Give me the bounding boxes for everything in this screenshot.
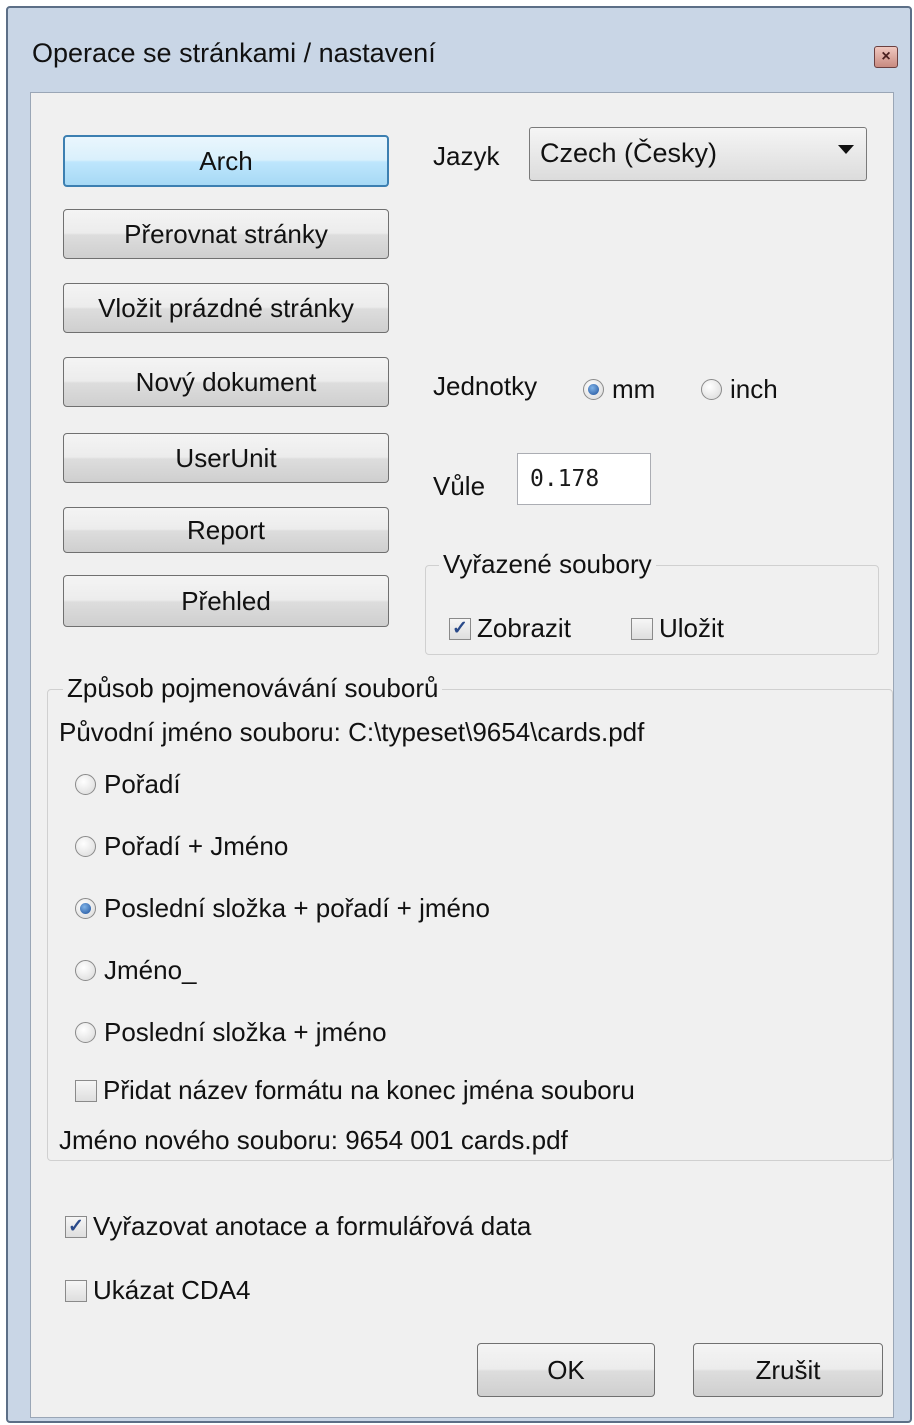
close-button[interactable]: ×	[874, 46, 898, 68]
units-inch-radio[interactable]	[701, 379, 722, 400]
arch-button[interactable]: Arch	[63, 135, 389, 187]
cancel-button[interactable]: Zrušit	[693, 1343, 883, 1397]
units-label: Jednotky	[433, 371, 538, 401]
naming-option-label: Pořadí + Jméno	[104, 831, 289, 861]
show-discarded-option[interactable]: ✓ Zobrazit	[449, 613, 571, 644]
naming-lastfolder-order-name-radio[interactable]	[75, 898, 96, 919]
checkmark-icon: ✓	[68, 1216, 84, 1237]
discard-annotations-option[interactable]: ✓ Vyřazovat anotace a formulářová data	[65, 1211, 531, 1242]
language-label: Jazyk	[433, 141, 500, 171]
units-mm-label: mm	[612, 374, 656, 404]
ok-button[interactable]: OK	[477, 1343, 655, 1397]
append-format-label: Přidat název formátu na konec jména soub…	[103, 1075, 635, 1105]
units-inch-option[interactable]: inch	[701, 374, 778, 405]
naming-option-label: Jméno_	[104, 955, 197, 985]
append-format-checkbox[interactable]	[75, 1079, 97, 1102]
naming-option-lastfolder-name[interactable]: Poslední složka + jméno	[75, 1017, 387, 1048]
title-bar[interactable]: Operace se stránkami / nastavení ×	[8, 8, 910, 88]
naming-option-order-name[interactable]: Pořadí + Jméno	[75, 831, 288, 862]
naming-order-radio[interactable]	[75, 774, 96, 795]
naming-name-radio[interactable]	[75, 960, 96, 981]
naming-option-lastfolder-order-name[interactable]: Poslední složka + pořadí + jméno	[75, 893, 490, 924]
save-discarded-label: Uložit	[659, 613, 725, 643]
discarded-files-title: Vyřazené soubory	[439, 549, 656, 580]
dialog-window: Operace se stránkami / nastavení × Arch …	[6, 6, 912, 1423]
window-title: Operace se stránkami / nastavení	[32, 38, 436, 68]
show-cda4-option[interactable]: Ukázat CDA4	[65, 1275, 251, 1306]
naming-option-label: Poslední složka + jméno	[104, 1017, 387, 1047]
show-discarded-checkbox[interactable]: ✓	[449, 617, 471, 640]
original-file-name: Původní jméno souboru: C:\typeset\9654\c…	[59, 717, 645, 747]
reorder-pages-button[interactable]: Přerovnat stránky	[63, 209, 389, 259]
language-select[interactable]: Czech (Česky)	[529, 127, 867, 181]
radio-selected-dot	[588, 384, 599, 395]
report-button[interactable]: Report	[63, 507, 389, 553]
units-mm-radio[interactable]	[583, 379, 604, 400]
language-selected-value: Czech (Česky)	[540, 138, 718, 168]
units-inch-label: inch	[730, 374, 778, 404]
show-discarded-label: Zobrazit	[477, 613, 571, 643]
overview-button[interactable]: Přehled	[63, 575, 389, 627]
append-format-option[interactable]: Přidat název formátu na konec jména soub…	[75, 1075, 635, 1106]
userunit-button[interactable]: UserUnit	[63, 433, 389, 483]
naming-option-label: Pořadí	[104, 769, 181, 799]
tolerance-input[interactable]: 0.178	[517, 453, 651, 505]
dialog-body: Arch Přerovnat stránky Vložit prázdné st…	[30, 92, 894, 1418]
naming-order-name-radio[interactable]	[75, 836, 96, 857]
save-discarded-checkbox[interactable]	[631, 617, 653, 640]
show-cda4-label: Ukázat CDA4	[93, 1275, 251, 1305]
chevron-down-icon	[838, 145, 854, 154]
checkmark-icon: ✓	[452, 618, 468, 639]
radio-selected-dot	[80, 903, 91, 914]
naming-option-name[interactable]: Jméno_	[75, 955, 197, 986]
naming-option-label: Poslední složka + pořadí + jméno	[104, 893, 490, 923]
show-cda4-checkbox[interactable]	[65, 1279, 87, 1302]
units-mm-option[interactable]: mm	[583, 374, 655, 405]
naming-option-order[interactable]: Pořadí	[75, 769, 181, 800]
close-icon: ×	[881, 48, 891, 65]
new-file-name: Jméno nového souboru: 9654 001 cards.pdf	[59, 1125, 568, 1155]
discard-annotations-label: Vyřazovat anotace a formulářová data	[93, 1211, 532, 1241]
new-document-button[interactable]: Nový dokument	[63, 357, 389, 407]
insert-blank-pages-button[interactable]: Vložit prázdné stránky	[63, 283, 389, 333]
naming-lastfolder-name-radio[interactable]	[75, 1022, 96, 1043]
file-naming-title: Způsob pojmenovávání souborů	[63, 673, 443, 704]
tolerance-label: Vůle	[433, 471, 486, 501]
discard-annotations-checkbox[interactable]: ✓	[65, 1215, 87, 1238]
save-discarded-option[interactable]: Uložit	[631, 613, 724, 644]
